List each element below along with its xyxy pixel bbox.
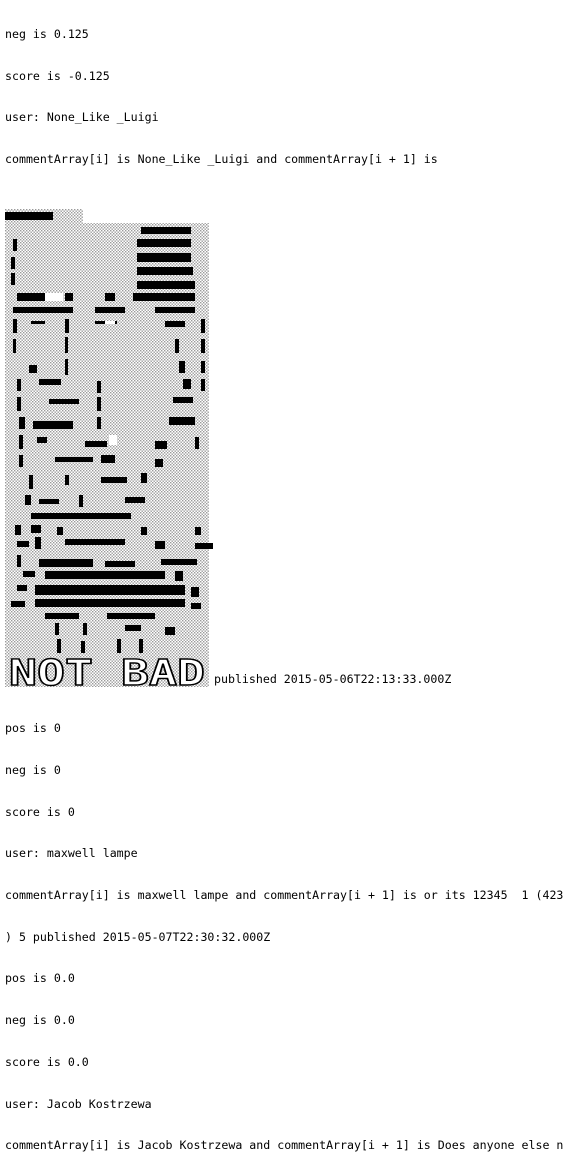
log-line: neg is 0.0 [5, 1014, 75, 1028]
log-line: ) 5 published 2015-05-07T22:30:32.000Z [5, 930, 271, 944]
ascii-art-meme-image: NOT BAD [5, 208, 213, 689]
log-line: commentArray[i] is None_Like _Luigi and … [5, 152, 438, 166]
log-line: neg is 0 [5, 763, 61, 777]
log-line: commentArray[i] is maxwell lampe and com… [5, 889, 564, 903]
log-line: commentArray[i] is Jacob Kostrzewa and c… [5, 1139, 564, 1153]
terminal-output: neg is 0.125 score is -0.125 user: None_… [5, 0, 565, 1167]
log-line: score is 0 [5, 805, 75, 819]
log-line: pos is 0.0 [5, 972, 75, 986]
log-line: user: maxwell lampe [5, 847, 138, 861]
log-line: score is 0.0 [5, 1055, 89, 1069]
log-line: user: Jacob Kostrzewa [5, 1097, 152, 1111]
log-line: pos is 0 [5, 722, 61, 736]
log-line: user: None_Like _Luigi [5, 111, 159, 125]
art-caption: NOT BAD [9, 653, 205, 689]
log-line: neg is 0.125 [5, 27, 89, 41]
ascii-art-block: NOT BAD published 2015-05-06T22:13:33.00… [5, 208, 565, 689]
log-line: score is -0.125 [5, 69, 110, 83]
published-timestamp: published 2015-05-06T22:13:33.000Z [214, 671, 452, 686]
